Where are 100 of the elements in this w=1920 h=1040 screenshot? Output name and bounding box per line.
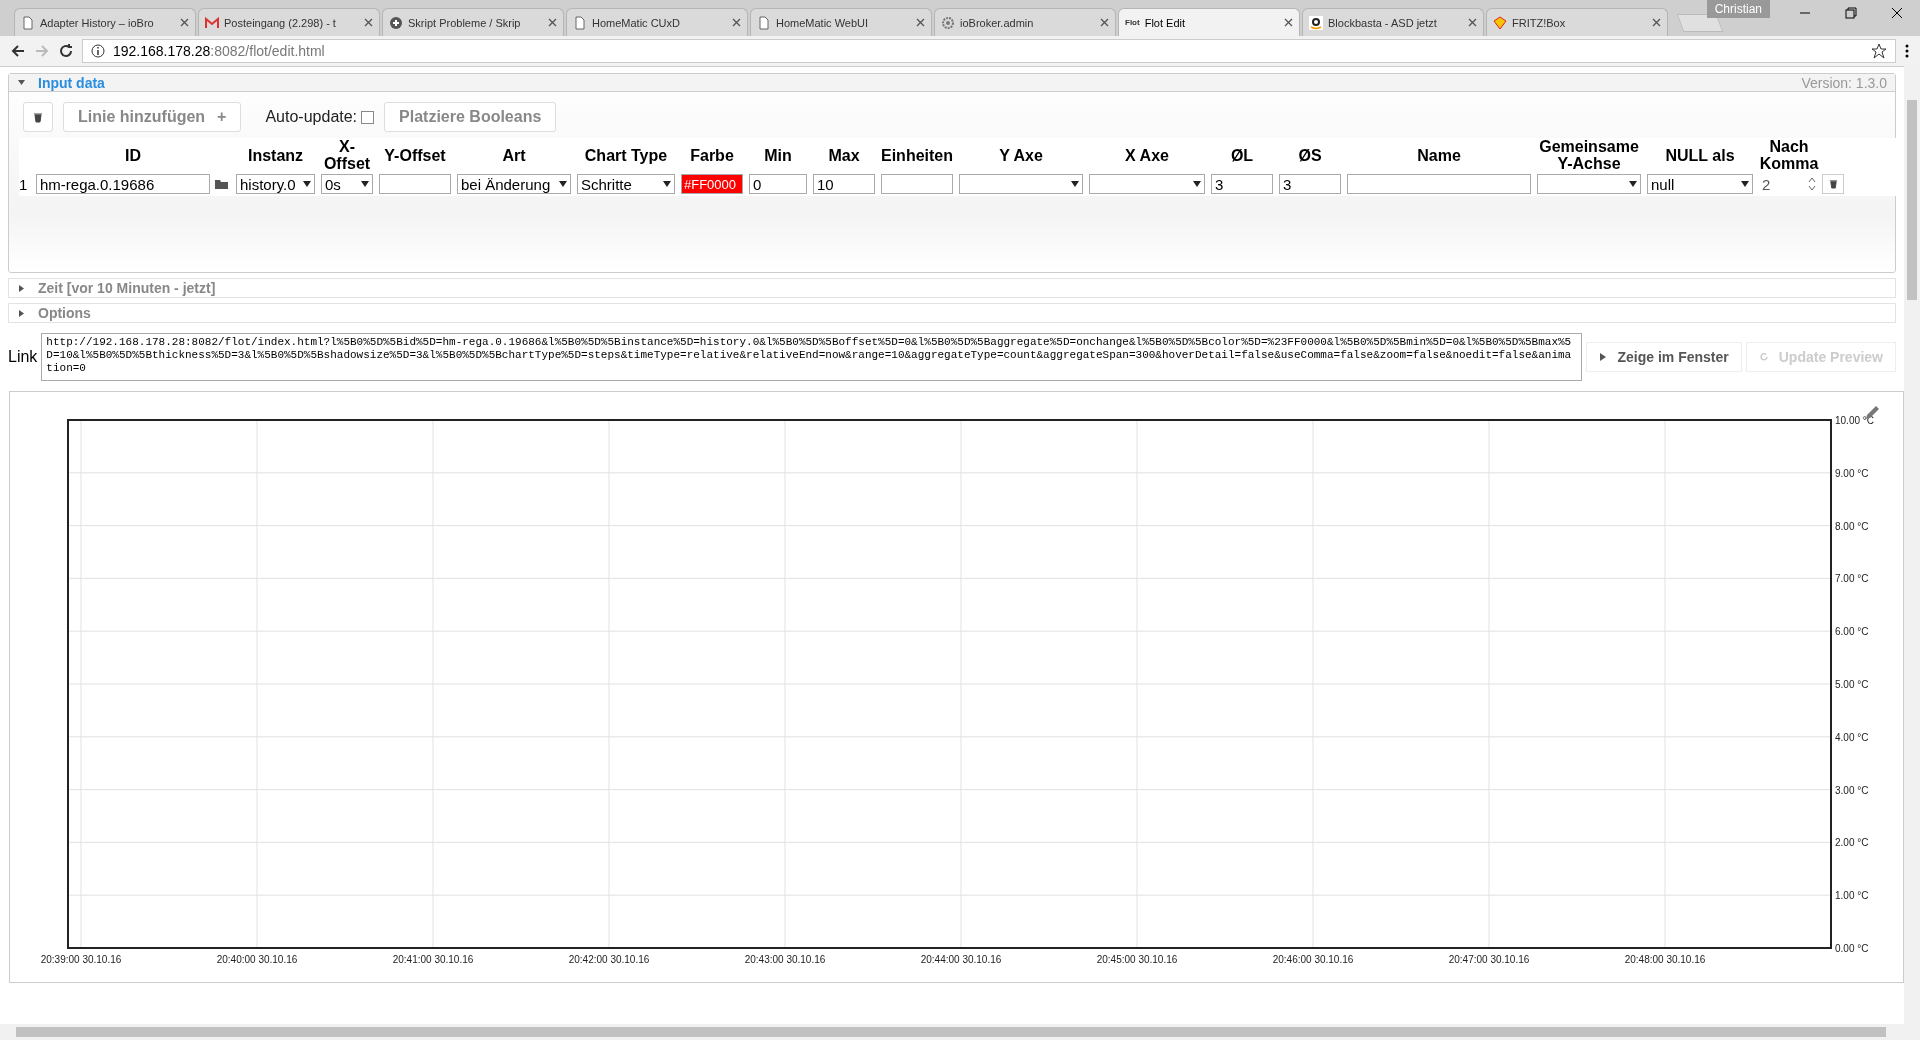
input-field[interactable]: 3 [1279, 174, 1341, 194]
browser-tab[interactable]: Blockbasta - ASD jetzt [1302, 8, 1484, 36]
folder-icon[interactable] [214, 177, 230, 191]
close-icon[interactable] [1100, 18, 1109, 27]
dropdown-arrow-icon[interactable] [1741, 181, 1749, 187]
column-header: Farbe [689, 146, 735, 164]
star-icon[interactable] [1871, 43, 1887, 59]
y-tick-label: 2.00 °C [1835, 837, 1869, 849]
caret-icon[interactable] [17, 78, 26, 87]
select-field[interactable]: Schritte [577, 174, 675, 194]
spinner-arrows-icon[interactable] [1808, 176, 1816, 192]
color-field[interactable]: #FF0000 [681, 174, 743, 194]
y-tick-label: 8.00 °C [1835, 520, 1869, 532]
column-header: Y-Offset [383, 146, 447, 164]
column-header: Instanz [246, 146, 305, 164]
column-header: Einheiten [880, 146, 954, 164]
input-field[interactable]: 3 [1211, 174, 1273, 194]
select-field[interactable] [1537, 174, 1641, 194]
column-header: NULL als [1664, 146, 1736, 164]
auto-update-label: Auto-update: [265, 108, 358, 126]
browser-tab[interactable]: FRITZ!Box [1486, 8, 1668, 36]
caret-icon[interactable] [17, 308, 26, 318]
column-header: ID [124, 146, 142, 164]
column-header: Gemeinsame Y-Achse [1538, 138, 1640, 172]
link-label: Link [8, 348, 38, 366]
select-field[interactable] [959, 174, 1083, 194]
close-icon[interactable] [1468, 18, 1477, 27]
dropdown-arrow-icon[interactable] [1629, 181, 1637, 187]
dropdown-arrow-icon[interactable] [663, 181, 671, 187]
input-field[interactable]: 10 [813, 174, 875, 194]
trash-icon[interactable] [33, 111, 43, 123]
select-field[interactable]: history.0 [236, 174, 315, 194]
input-field[interactable]: 0 [749, 174, 807, 194]
collapsed-section[interactable]: Options [8, 303, 1896, 323]
input-field[interactable] [1347, 174, 1531, 194]
pencil-icon[interactable] [1863, 404, 1881, 422]
close-icon[interactable] [732, 18, 741, 27]
dropdown-arrow-icon[interactable] [1071, 181, 1079, 187]
browser-tab[interactable]: Adapter History – ioBro [14, 8, 196, 36]
logo-text: Flot [1125, 18, 1140, 27]
delete-button[interactable] [1822, 174, 1844, 194]
dropdown-arrow-icon[interactable] [361, 181, 369, 187]
menu-icon[interactable] [1904, 43, 1910, 59]
close-icon[interactable] [180, 18, 189, 27]
y-tick-label: 4.00 °C [1835, 731, 1869, 743]
x-tick-label: 20:48:00 30.10.16 [1624, 954, 1706, 965]
play-icon[interactable] [1599, 352, 1608, 362]
y-tick-label: 6.00 °C [1835, 626, 1869, 638]
page-icon [21, 15, 35, 30]
y-tick-label: 7.00 °C [1835, 573, 1869, 585]
browser-tab[interactable]: Skript Probleme / Skrip [382, 8, 564, 36]
page-icon [757, 15, 771, 30]
browser-tab[interactable]: Posteingang (2.298) - t [198, 8, 380, 36]
x-tick-label: 20:39:00 30.10.16 [40, 954, 122, 965]
x-tick-label: 20:47:00 30.10.16 [1448, 954, 1530, 965]
column-header: X Axe [1124, 146, 1170, 164]
plus-circle-icon [389, 15, 403, 30]
info-icon[interactable] [91, 44, 105, 58]
close-icon[interactable] [916, 18, 925, 27]
smile-logo-icon [1309, 15, 1323, 30]
delete-button[interactable] [23, 102, 53, 132]
column-header: Max [827, 146, 861, 164]
select-field[interactable]: 0s [321, 174, 373, 194]
trash-icon[interactable] [1828, 179, 1838, 189]
add-line-button[interactable]: Linie hinzufügen + [63, 102, 242, 132]
column-header: X-Offset [322, 138, 372, 172]
browser-tab[interactable]: HomeMatic CUxD [566, 8, 748, 36]
address-field[interactable]: 192.168.178.28:8082/flot/edit.html [82, 39, 1896, 63]
collapsed-section[interactable]: Zeit [vor 10 Minuten - jetzt] [8, 278, 1896, 298]
x-tick-label: 20:46:00 30.10.16 [1272, 954, 1354, 965]
column-header: Name [1416, 146, 1462, 164]
place-booleans-button[interactable]: Platziere Booleans [384, 102, 557, 132]
browser-tab[interactable]: HomeMatic WebUI [750, 8, 932, 36]
back-icon[interactable] [10, 43, 26, 59]
close-icon[interactable] [1284, 18, 1293, 27]
dropdown-arrow-icon[interactable] [559, 181, 567, 187]
x-tick-label: 20:41:00 30.10.16 [392, 954, 474, 965]
select-field[interactable] [1089, 174, 1205, 194]
reload-icon[interactable] [58, 43, 74, 59]
select-field[interactable]: bei Änderung [457, 174, 571, 194]
browser-tab[interactable]: Flot Flot Edit [1118, 8, 1300, 36]
close-icon[interactable] [548, 18, 557, 27]
close-icon[interactable] [1652, 18, 1661, 27]
input-field[interactable] [379, 174, 451, 194]
id-field[interactable]: hm-rega.0.19686 [36, 174, 210, 194]
logo-icon [1493, 15, 1507, 30]
browser-tab[interactable]: ioBroker.admin [934, 8, 1116, 36]
column-header: Y Axe [998, 146, 1044, 164]
x-tick-label: 20:40:00 30.10.16 [216, 954, 298, 965]
link-field[interactable]: http://192.168.178.28:8082/flot/index.html?l%5B0%5D%5Bid%5D=hm-rega.0.19686&l%5B0%5D%5Binstance%5D=history.0&l%5B0%5D%5Boffset%5D=0&l%5B0%5D%5Baggregate%5D=onchange&l%5B0%5D%5Bcolor%5D=%23FF0000&l%5B0%5D%5Bmin%5D=0&l%5B0%5D%5Bmax%5D=10&l%5B0%5D%5Bthickness%5D=3&l%5B0%5D%5Bshadowsize%5D=3&l%5B0%5D%5BchartType%5D=steps&timeType=relative&relativeEnd=now&range=10&aggregateType=count&aggregateSpan=300&hoverDetail=false&useComma=false&zoom=false&noedit=false&animation=0 [41, 333, 1583, 381]
caret-icon[interactable] [17, 283, 26, 293]
auto-update-checkbox[interactable] [361, 110, 375, 124]
horizontal-scrollbar[interactable] [0, 1024, 1920, 1040]
close-icon[interactable] [364, 18, 373, 27]
column-header: Nach Komma [1758, 138, 1820, 172]
show-in-window-button[interactable]: Zeige im Fenster [1586, 342, 1742, 372]
input-field[interactable] [881, 174, 953, 194]
dropdown-arrow-icon[interactable] [303, 181, 311, 187]
dropdown-arrow-icon[interactable] [1193, 181, 1201, 187]
select-field[interactable]: null [1647, 174, 1753, 194]
